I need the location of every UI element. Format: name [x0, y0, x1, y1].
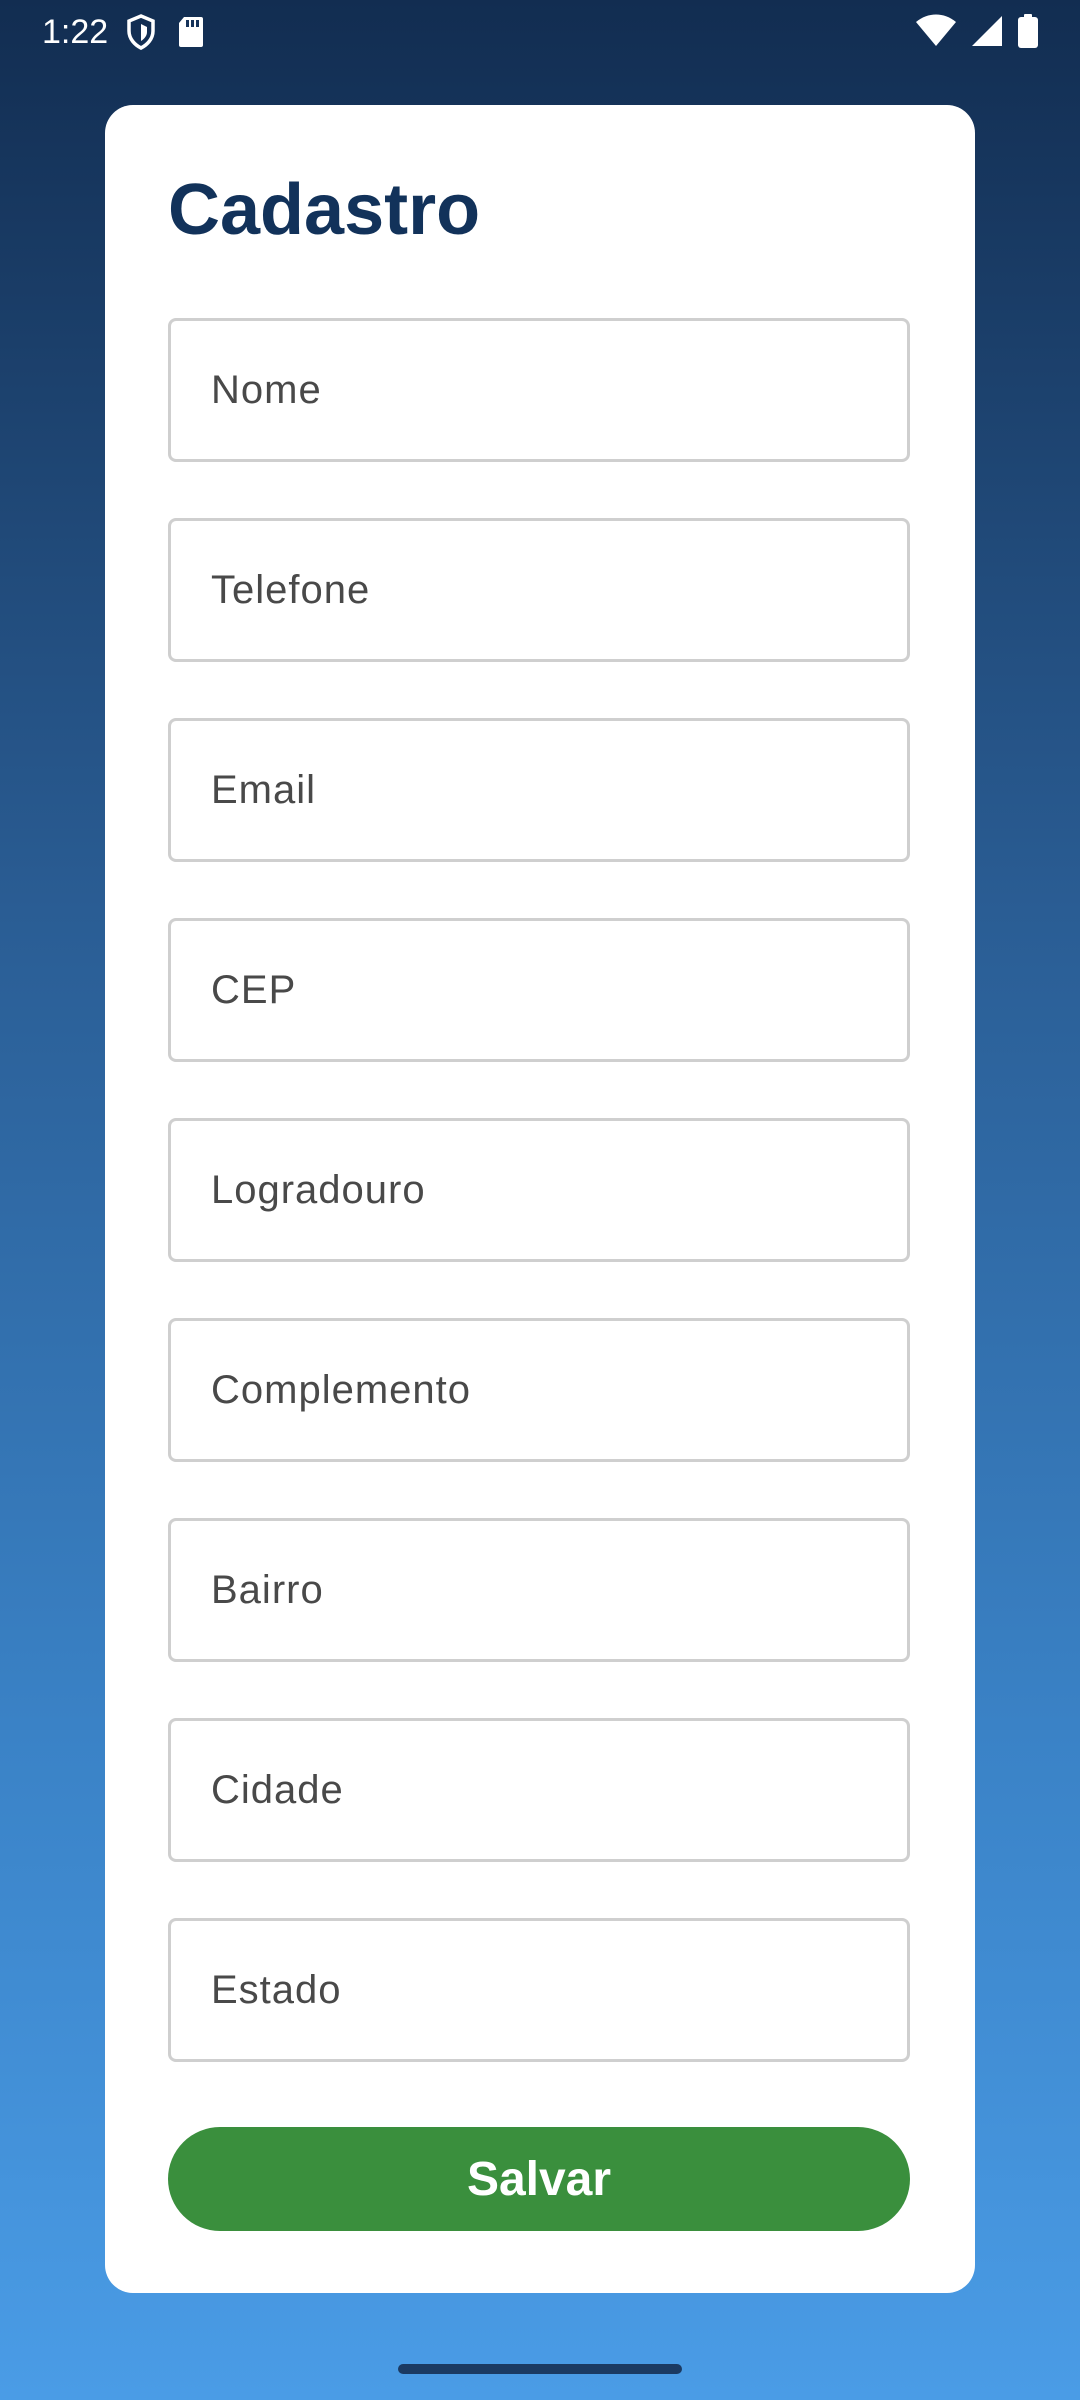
cep-field-box [168, 918, 910, 1062]
nome-field[interactable] [171, 321, 907, 459]
wifi-icon [916, 14, 956, 48]
telefone-field[interactable] [171, 521, 907, 659]
cidade-field-box [168, 1718, 910, 1862]
bairro-field-box [168, 1518, 910, 1662]
nome-field-box [168, 318, 910, 462]
estado-field-box [168, 1918, 910, 2062]
cep-field[interactable] [171, 921, 907, 1059]
status-bar: 1:22 [0, 0, 1080, 66]
save-button[interactable]: Salvar [168, 2127, 910, 2231]
status-right-icons [916, 14, 1038, 48]
complemento-field-box [168, 1318, 910, 1462]
cidade-field[interactable] [171, 1721, 907, 1859]
home-indicator[interactable] [398, 2364, 682, 2374]
complemento-field[interactable] [171, 1321, 907, 1459]
bairro-field[interactable] [171, 1521, 907, 1659]
telefone-field-box [168, 518, 910, 662]
status-left-icons [126, 14, 204, 50]
sd-card-icon [178, 16, 204, 48]
email-field[interactable] [171, 721, 907, 859]
email-field-box [168, 718, 910, 862]
logradouro-field-box [168, 1118, 910, 1262]
battery-icon [1018, 14, 1038, 48]
logradouro-field[interactable] [171, 1121, 907, 1259]
signal-icon [970, 14, 1004, 48]
estado-field[interactable] [171, 1921, 907, 2059]
registration-card: Cadastro Salvar [105, 105, 975, 2293]
status-time: 1:22 [42, 13, 109, 51]
shield-icon [126, 14, 156, 50]
page-title: Cadastro [168, 170, 481, 250]
